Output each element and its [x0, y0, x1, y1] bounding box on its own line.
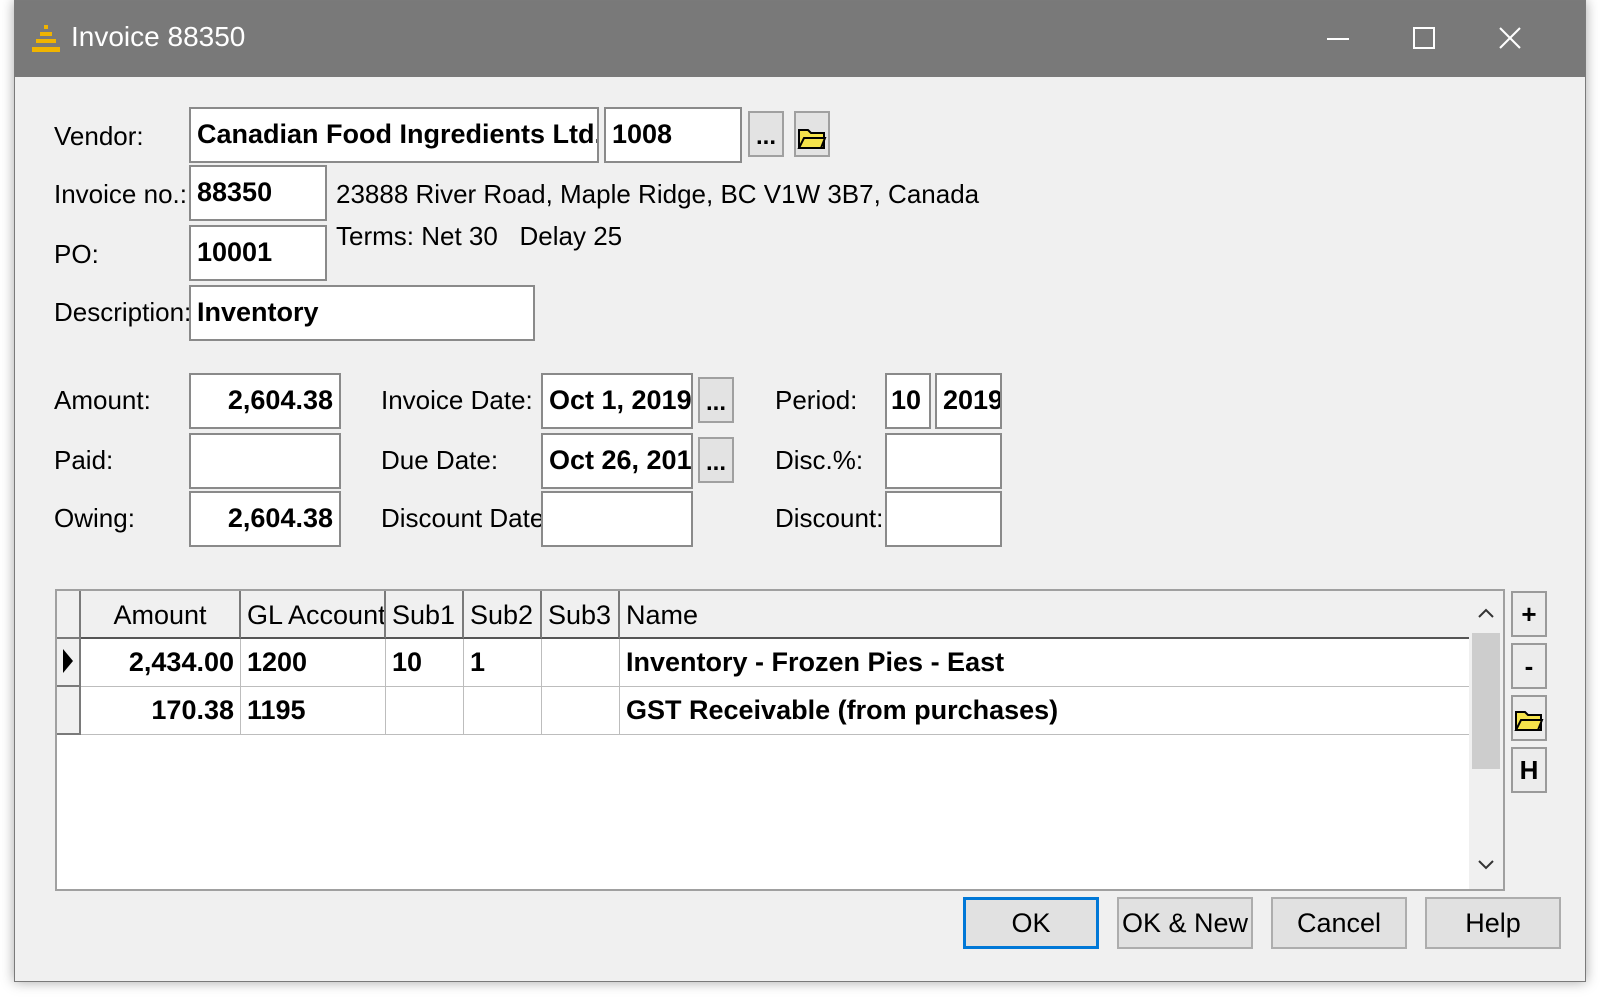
description-label: Description: — [54, 297, 192, 327]
scroll-down-icon[interactable] — [1478, 859, 1494, 871]
maximize-icon — [1413, 27, 1435, 49]
column-header-gl-account[interactable]: GL Account — [241, 591, 386, 639]
vendor-lookup-button[interactable]: ... — [748, 111, 784, 157]
app-icon — [32, 25, 60, 52]
po-label: PO: — [54, 239, 99, 269]
close-icon — [1499, 27, 1521, 49]
distribution-grid[interactable]: Amount GL Account Sub1 Sub2 Sub3 Name 2,… — [55, 589, 1505, 891]
scroll-thumb[interactable] — [1472, 633, 1500, 769]
folder-icon — [797, 129, 827, 149]
column-header-sub2[interactable]: Sub2 — [464, 591, 542, 639]
table-row-2-sub1[interactable] — [386, 687, 464, 735]
row-indicator[interactable] — [57, 687, 81, 735]
vendor-open-button[interactable] — [794, 111, 830, 157]
current-row-indicator[interactable] — [57, 639, 81, 687]
cancel-button[interactable]: Cancel — [1271, 897, 1407, 949]
title-bar[interactable]: Invoice 88350 — [15, 1, 1585, 77]
vendor-name-field[interactable]: Canadian Food Ingredients Ltd. — [189, 107, 599, 163]
column-header-name[interactable]: Name — [620, 591, 1471, 639]
grid-vertical-scrollbar[interactable] — [1469, 591, 1503, 889]
discount-field[interactable] — [885, 491, 1002, 547]
minimize-button[interactable] — [1295, 1, 1381, 77]
owing-label: Owing: — [54, 503, 135, 533]
invoice-date-label: Invoice Date: — [381, 385, 533, 415]
table-row-1-amount[interactable]: 2,434.00 — [81, 639, 241, 687]
column-header-amount[interactable]: Amount — [81, 591, 241, 639]
invoice-no-field[interactable]: 88350 — [189, 165, 327, 221]
scroll-up-icon[interactable] — [1478, 607, 1494, 619]
due-date-field[interactable]: Oct 26, 2019 — [541, 433, 693, 489]
grid-corner — [57, 591, 81, 639]
period-label: Period: — [775, 385, 858, 415]
maximize-button[interactable] — [1381, 1, 1467, 77]
invoice-window: Invoice 88350 Vendor: Canadian Food Ingr… — [14, 0, 1586, 982]
table-row-1-sub2[interactable]: 1 — [464, 639, 542, 687]
period-year-field[interactable]: 2019 — [935, 373, 1002, 429]
disc-pct-label: Disc.%: — [775, 445, 864, 475]
add-row-button[interactable]: + — [1511, 591, 1547, 637]
help-button[interactable]: Help — [1425, 897, 1561, 949]
due-date-picker-button[interactable]: ... — [698, 437, 734, 483]
minimize-icon — [1327, 38, 1349, 40]
table-row-1-sub1[interactable]: 10 — [386, 639, 464, 687]
close-button[interactable] — [1467, 1, 1553, 77]
discount-label: Discount: — [775, 503, 884, 533]
amount-field[interactable]: 2,604.38 — [189, 373, 341, 429]
folder-icon — [1514, 711, 1544, 731]
table-row-2-gl-account[interactable]: 1195 — [241, 687, 386, 735]
table-row-2-sub3[interactable] — [542, 687, 620, 735]
table-row-2-sub2[interactable] — [464, 687, 542, 735]
owing-field: 2,604.38 — [189, 491, 341, 547]
window-title: Invoice 88350 — [71, 21, 246, 52]
amount-label: Amount: — [54, 385, 151, 415]
h-button[interactable]: H — [1511, 747, 1547, 793]
ok-button[interactable]: OK — [963, 897, 1099, 949]
vendor-terms: Terms: Net 30 Delay 25 — [336, 221, 623, 251]
invoice-date-picker-button[interactable]: ... — [698, 377, 734, 423]
table-row-1-sub3[interactable] — [542, 639, 620, 687]
po-field[interactable]: 10001 — [189, 225, 327, 281]
vendor-address: 23888 River Road, Maple Ridge, BC V1W 3B… — [336, 179, 980, 209]
period-month-field[interactable]: 10 — [885, 373, 931, 429]
column-header-sub1[interactable]: Sub1 — [386, 591, 464, 639]
table-row-1-name[interactable]: Inventory - Frozen Pies - East — [620, 639, 1471, 687]
discount-date-label: Discount Date: — [381, 503, 552, 533]
disc-pct-field[interactable] — [885, 433, 1002, 489]
table-row-1-gl-account[interactable]: 1200 — [241, 639, 386, 687]
discount-date-field[interactable] — [541, 491, 693, 547]
paid-label: Paid: — [54, 445, 114, 475]
due-date-label: Due Date: — [381, 445, 499, 475]
vendor-label: Vendor: — [54, 121, 144, 151]
vendor-code-field[interactable]: 1008 — [604, 107, 742, 163]
paid-field[interactable] — [189, 433, 341, 489]
row-pointer-icon — [63, 649, 73, 673]
table-row-2-amount[interactable]: 170.38 — [81, 687, 241, 735]
table-row-2-name[interactable]: GST Receivable (from purchases) — [620, 687, 1471, 735]
ok-new-button[interactable]: OK & New — [1117, 897, 1253, 949]
invoice-date-field[interactable]: Oct 1, 2019 — [541, 373, 693, 429]
invoice-no-label: Invoice no.: — [54, 179, 187, 209]
description-field[interactable]: Inventory — [189, 285, 535, 341]
open-account-button[interactable] — [1511, 695, 1547, 741]
column-header-sub3[interactable]: Sub3 — [542, 591, 620, 639]
remove-row-button[interactable]: - — [1511, 643, 1547, 689]
